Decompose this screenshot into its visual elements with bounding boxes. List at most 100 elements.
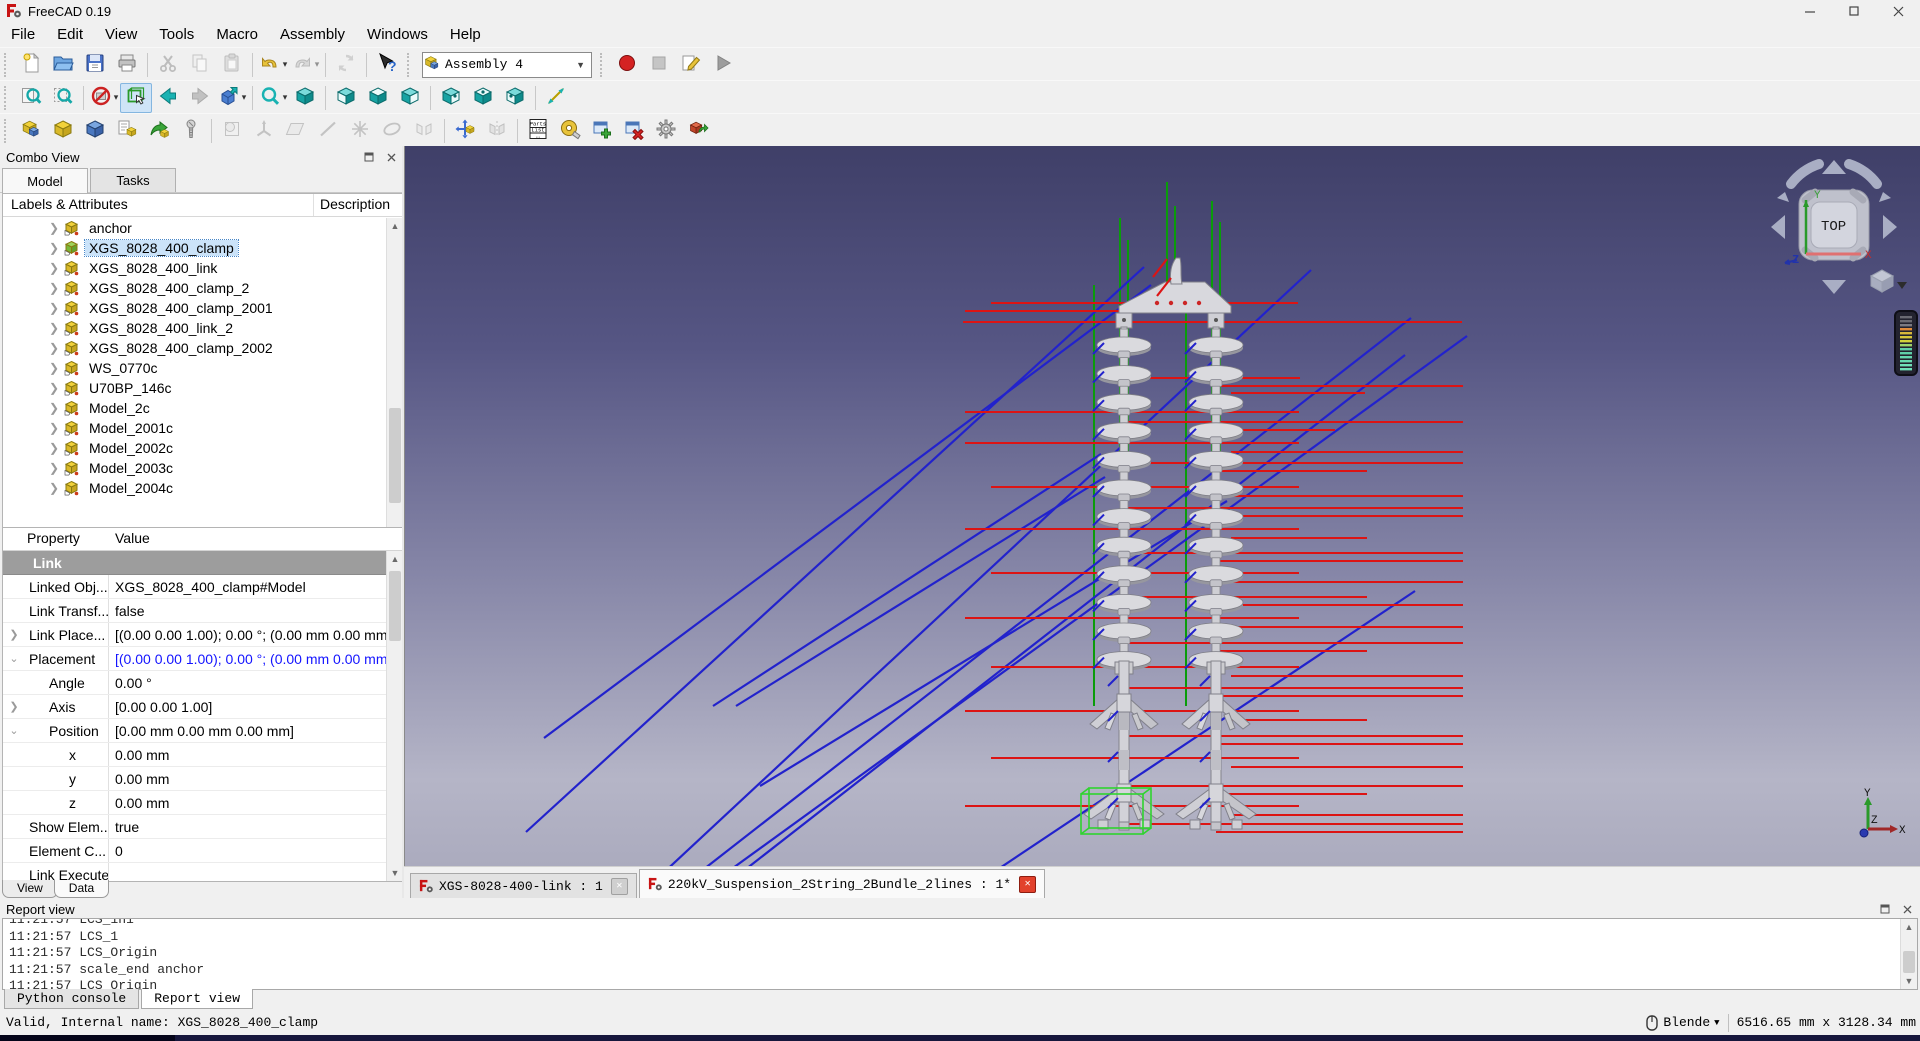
view-axonometric-button[interactable]	[289, 83, 321, 113]
navigation-style-dropdown[interactable]: Blende ▼	[1646, 1014, 1720, 1031]
create-line-button[interactable]	[312, 116, 344, 146]
expand-icon[interactable]: ❯	[47, 381, 61, 395]
close-tab-icon[interactable]: ✕	[610, 877, 628, 895]
close-panel-icon[interactable]	[1898, 901, 1916, 917]
property-link-execute[interactable]: Link Execute	[3, 863, 387, 881]
property-value[interactable]: 0.00 mm	[109, 795, 387, 811]
nav-arrow-left-icon[interactable]	[1771, 215, 1785, 239]
menu-help[interactable]: Help	[439, 24, 492, 45]
float-panel-icon[interactable]	[360, 149, 378, 165]
tree-item-XGS_8028_400_link_2[interactable]: ❯ XGS_8028_400_link_2	[3, 318, 387, 338]
dropdown-arrow-icon[interactable]: ▾	[242, 92, 247, 103]
property-axis[interactable]: ❯ Axis [0.00 0.00 1.00]	[3, 695, 387, 719]
tree-item-XGS_8028_400_clamp_2002[interactable]: ❯ XGS_8028_400_clamp_2002	[3, 338, 387, 358]
measure-distance-button[interactable]	[540, 83, 572, 113]
property-value[interactable]: [(0.00 0.00 1.00); 0.00 °; (0.00 mm 0.00…	[109, 627, 387, 643]
tree-item-XGS_8028_400_link[interactable]: ❯ XGS_8028_400_link	[3, 258, 387, 278]
expand-icon[interactable]: ❯	[47, 261, 61, 275]
nav-mini-cube-icon[interactable]	[1869, 269, 1895, 293]
macro-edit-button[interactable]	[675, 50, 707, 80]
create-arc-button[interactable]	[376, 116, 408, 146]
property-z[interactable]: z 0.00 mm	[3, 791, 387, 815]
close-tab-icon[interactable]: ✕	[1019, 875, 1037, 893]
view-rear-button[interactable]	[435, 83, 467, 113]
3d-viewport[interactable]: Y X Z TOP Y X Z	[404, 146, 1920, 866]
navigation-cube[interactable]: Y X Z TOP	[1761, 148, 1907, 318]
tree-item-XGS_8028_400_clamp_2001[interactable]: ❯ XGS_8028_400_clamp_2001	[3, 298, 387, 318]
solve-constraints-button[interactable]	[15, 116, 47, 146]
property-element-c-[interactable]: Element C... 0	[3, 839, 387, 863]
macro-stop-button[interactable]	[643, 50, 675, 80]
refresh-button[interactable]	[330, 50, 362, 80]
create-point-button[interactable]	[344, 116, 376, 146]
property-value[interactable]: XGS_8028_400_clamp#Model	[109, 579, 387, 595]
menu-tools[interactable]: Tools	[148, 24, 205, 45]
tree-item-Model_2002c[interactable]: ❯ Model_2002c	[3, 438, 387, 458]
expand-icon[interactable]: ❯	[47, 321, 61, 335]
add-part-button[interactable]	[47, 116, 79, 146]
create-axis-button[interactable]	[248, 116, 280, 146]
update-bom-button[interactable]	[682, 116, 714, 146]
parts-list-button[interactable]: Parts List...	[522, 116, 554, 146]
tree-item-Model_2001c[interactable]: ❯ Model_2001c	[3, 418, 387, 438]
insert-fastener-button[interactable]	[175, 116, 207, 146]
create-plane-button[interactable]	[280, 116, 312, 146]
tab-report-view[interactable]: Report view	[141, 989, 254, 1009]
property-value[interactable]: false	[109, 603, 387, 619]
property-expander-icon[interactable]: ❯	[3, 700, 25, 713]
expand-icon[interactable]: ❯	[47, 361, 61, 375]
property-show-elem-[interactable]: Show Elem... true	[3, 815, 387, 839]
box-selection-button[interactable]	[120, 82, 152, 113]
expand-icon[interactable]: ❯	[47, 401, 61, 415]
property-value[interactable]: 0.00 mm	[109, 771, 387, 787]
scroll-down-icon[interactable]: ▼	[387, 865, 403, 881]
menu-file[interactable]: File	[0, 24, 46, 45]
property-angle[interactable]: Angle 0.00 °	[3, 671, 387, 695]
dropdown-arrow-icon[interactable]: ▾	[315, 59, 320, 70]
property-scrollbar[interactable]: ▲ ▼	[386, 551, 403, 881]
expand-icon[interactable]: ❯	[47, 481, 61, 495]
view-bottom-button[interactable]	[467, 83, 499, 113]
tree-item-U70BP_146c[interactable]: ❯ U70BP_146c	[3, 378, 387, 398]
document-tab[interactable]: 220kV_Suspension_2String_2Bundle_2lines …	[638, 869, 1046, 898]
property-scroll-thumb[interactable]	[389, 571, 401, 641]
view-front-button[interactable]	[330, 83, 362, 113]
property-value[interactable]: [0.00 mm 0.00 mm 0.00 mm]	[109, 723, 387, 739]
whats-this-button[interactable]: ?	[371, 50, 403, 80]
scroll-up-icon[interactable]: ▲	[1901, 919, 1917, 935]
property-expander-icon[interactable]: ⌄	[3, 652, 25, 665]
expand-icon[interactable]: ❯	[47, 341, 61, 355]
expand-icon[interactable]: ❯	[47, 301, 61, 315]
rotate-cw-icon[interactable]	[1844, 159, 1882, 189]
property-value[interactable]: 0.00 °	[109, 675, 387, 691]
nav-menu-dropdown-icon[interactable]	[1897, 282, 1907, 289]
print-button[interactable]	[111, 50, 143, 80]
redo-button[interactable]: ▾	[289, 50, 321, 80]
toolbar-handle[interactable]	[4, 118, 13, 143]
delete-constraint-button[interactable]	[618, 116, 650, 146]
maximize-button[interactable]	[1832, 0, 1876, 22]
menu-edit[interactable]: Edit	[46, 24, 94, 45]
document-tab[interactable]: XGS-8028-400-link : 1 ✕	[410, 873, 637, 898]
property-expander-icon[interactable]: ⌄	[3, 724, 25, 737]
tree-item-Model_2003c[interactable]: ❯ Model_2003c	[3, 458, 387, 478]
add-shape-button[interactable]	[79, 116, 111, 146]
tree-scroll-thumb[interactable]	[389, 408, 401, 503]
copy-button[interactable]	[184, 50, 216, 80]
property-y[interactable]: y 0.00 mm	[3, 767, 387, 791]
cut-button[interactable]	[152, 50, 184, 80]
nav-arrow-down-icon[interactable]	[1822, 280, 1846, 294]
move-part-button[interactable]	[449, 116, 481, 146]
open-folder-button[interactable]	[47, 50, 79, 80]
close-button[interactable]	[1876, 0, 1920, 22]
property-expander-icon[interactable]: ❯	[3, 628, 25, 641]
tree-item-Model_2004c[interactable]: ❯ Model_2004c	[3, 478, 387, 498]
property-x[interactable]: x 0.00 mm	[3, 743, 387, 767]
tree-item-XGS_8028_400_clamp[interactable]: ❯ XGS_8028_400_clamp	[3, 238, 387, 258]
expand-icon[interactable]: ❯	[47, 221, 61, 235]
close-panel-icon[interactable]	[382, 149, 400, 165]
expand-icon[interactable]: ❯	[47, 421, 61, 435]
add-constraint-button[interactable]	[586, 116, 618, 146]
toolbar-handle[interactable]	[4, 85, 13, 110]
nav-forward-button[interactable]	[184, 83, 216, 113]
